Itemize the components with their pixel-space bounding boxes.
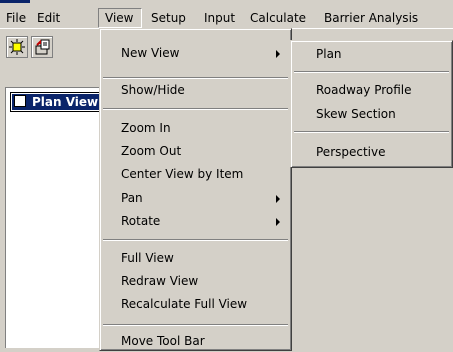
submenu-item-plan-label: Plan xyxy=(316,47,342,61)
submenu-arrow-icon xyxy=(276,218,280,226)
menu-item-move-tool-bar-label: Move Tool Bar xyxy=(121,334,205,348)
tab-plan-view[interactable]: Plan View xyxy=(10,92,106,112)
menu-setup[interactable]: Setup xyxy=(145,8,192,28)
menu-item-redraw-view-label: Redraw View xyxy=(121,274,199,288)
submenu-item-perspective-label: Perspective xyxy=(316,145,386,159)
window-top-strip xyxy=(0,0,453,8)
open-file-button[interactable] xyxy=(31,36,53,58)
menu-item-recalculate-label: Recalculate Full View xyxy=(121,297,248,311)
menu-item-full-view[interactable]: Full View xyxy=(103,247,288,269)
document-icon xyxy=(14,95,26,107)
sun-button[interactable] xyxy=(6,36,28,58)
menu-item-new-view-label: New View xyxy=(121,46,180,60)
view-menu: New View Show/Hide Zoom In Zoom Out Cent… xyxy=(99,28,292,351)
menu-item-zoom-in[interactable]: Zoom In xyxy=(103,117,288,139)
submenu-item-skew-section[interactable]: Skew Section xyxy=(294,103,449,125)
menu-separator xyxy=(294,131,449,133)
menu-item-center-view-by-item[interactable]: Center View by Item xyxy=(103,163,288,185)
menu-separator xyxy=(103,108,288,110)
menu-item-zoom-out-label: Zoom Out xyxy=(121,144,182,158)
menu-item-show-hide-label: Show/Hide xyxy=(121,83,185,97)
submenu-item-roadway-profile[interactable]: Roadway Profile xyxy=(294,79,449,101)
menu-item-pan[interactable]: Pan xyxy=(103,187,288,209)
menu-bar: File Edit View Setup Input Calculate Bar… xyxy=(0,8,453,28)
submenu-item-roadway-profile-label: Roadway Profile xyxy=(316,83,412,97)
menu-item-show-hide[interactable]: Show/Hide xyxy=(103,79,288,101)
submenu-arrow-icon xyxy=(276,195,280,203)
submenu-arrow-icon xyxy=(276,50,280,58)
menu-item-new-view[interactable]: New View xyxy=(103,42,288,64)
menu-file[interactable]: File xyxy=(0,8,32,28)
menu-separator xyxy=(103,324,288,326)
menu-barrier-analysis[interactable]: Barrier Analysis xyxy=(318,8,424,28)
menu-item-recalculate-full-view[interactable]: Recalculate Full View xyxy=(103,293,288,315)
submenu-item-perspective[interactable]: Perspective xyxy=(294,141,449,163)
submenu-item-plan[interactable]: Plan xyxy=(294,43,449,65)
title-bar-fragment xyxy=(0,0,30,3)
menu-item-zoom-in-label: Zoom In xyxy=(121,121,171,135)
menu-item-center-view-label: Center View by Item xyxy=(121,167,244,181)
menu-view[interactable]: View xyxy=(98,8,142,28)
menu-input[interactable]: Input xyxy=(198,8,241,28)
menu-item-rotate-label: Rotate xyxy=(121,214,161,228)
menu-calculate[interactable]: Calculate xyxy=(244,8,312,28)
menu-item-full-view-label: Full View xyxy=(121,251,174,265)
new-view-submenu: Plan Roadway Profile Skew Section Perspe… xyxy=(290,40,453,168)
submenu-item-skew-section-label: Skew Section xyxy=(316,107,396,121)
view-panel: Plan View xyxy=(5,87,106,348)
menu-item-redraw-view[interactable]: Redraw View xyxy=(103,270,288,292)
menu-item-rotate[interactable]: Rotate xyxy=(103,210,288,232)
menu-item-zoom-out[interactable]: Zoom Out xyxy=(103,140,288,162)
menu-separator xyxy=(294,71,449,73)
menu-item-pan-label: Pan xyxy=(121,191,143,205)
menu-edit[interactable]: Edit xyxy=(31,8,66,28)
menu-item-move-tool-bar[interactable]: Move Tool Bar xyxy=(103,330,288,352)
menu-separator xyxy=(103,239,288,241)
